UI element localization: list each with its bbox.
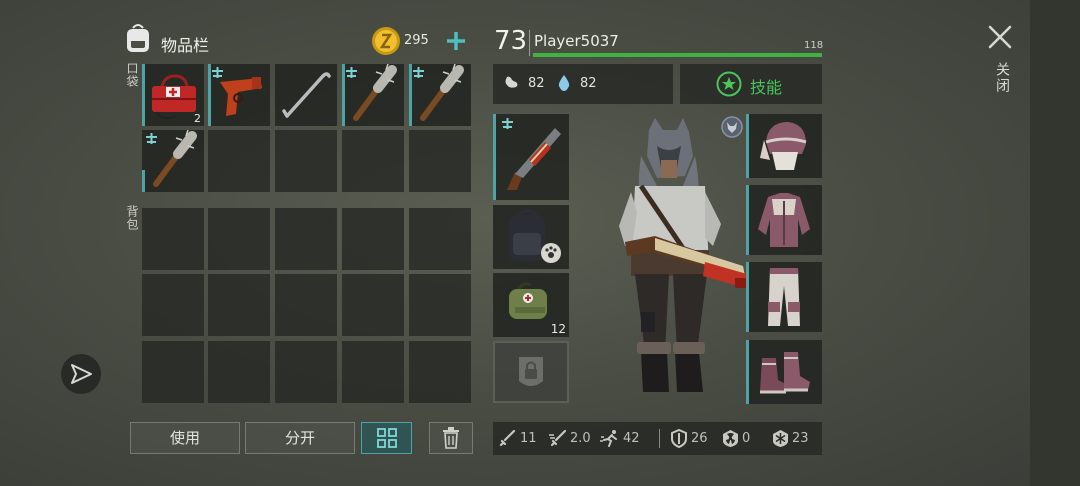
backpack-slot[interactable] xyxy=(409,274,471,336)
stats-divider xyxy=(659,429,660,448)
head-armor-slot[interactable] xyxy=(746,114,822,178)
backpack-label: 背包 xyxy=(125,205,139,231)
medkit-quantity: 12 xyxy=(550,322,566,336)
pockets-label: 口袋 xyxy=(125,62,139,88)
character-model xyxy=(619,118,747,392)
close-icon xyxy=(988,25,1012,49)
coin-count: 295 xyxy=(404,33,429,48)
first-aid-kit-quantity: 2 xyxy=(194,112,201,125)
wolf-badge-icon xyxy=(721,116,743,138)
trash-icon xyxy=(443,427,459,449)
pocket-slot-empty[interactable] xyxy=(208,130,270,192)
spiked-bat-icon xyxy=(353,64,397,121)
flare-gun-icon xyxy=(220,77,262,116)
use-button[interactable]: 使用 xyxy=(130,422,240,454)
backpack-slot[interactable] xyxy=(342,208,404,270)
damage-value: 11 xyxy=(520,431,537,446)
body-armor-slot[interactable] xyxy=(746,185,822,255)
crowbar-icon xyxy=(282,72,331,118)
coin-icon xyxy=(371,26,401,56)
radiation-value: 0 xyxy=(742,431,751,446)
armor-value: 26 xyxy=(691,431,708,446)
xp-value: 118 xyxy=(804,40,824,51)
backpack-slot[interactable] xyxy=(142,208,204,270)
pocket-slot-spiked-bat-3[interactable] xyxy=(142,130,204,192)
right-edge-shade xyxy=(1030,0,1080,486)
pocket-slot-crowbar[interactable] xyxy=(275,64,337,126)
medkit-slot[interactable]: 12 xyxy=(493,273,569,337)
backpack-slot[interactable] xyxy=(275,208,337,270)
pocket-slot-flare-gun[interactable] xyxy=(208,64,270,126)
xp-bar-fill xyxy=(533,53,822,57)
cold-resistance-icon xyxy=(771,429,790,448)
star-badge-icon xyxy=(716,71,742,97)
food-value: 82 xyxy=(528,76,545,91)
pocket-slot-spiked-bat[interactable] xyxy=(342,64,404,126)
skills-label: 技能 xyxy=(750,78,783,97)
close-label: 关闭 xyxy=(994,62,1010,94)
move-speed-value: 42 xyxy=(623,431,640,446)
pants-icon xyxy=(768,268,800,326)
backpack-slot[interactable] xyxy=(142,341,204,403)
sword-icon xyxy=(499,429,517,447)
send-button[interactable] xyxy=(61,354,101,394)
backpack-slot[interactable] xyxy=(275,341,337,403)
weapon-slot-shotgun[interactable] xyxy=(493,114,569,200)
locked-pocket-icon xyxy=(519,357,543,386)
radiation-icon xyxy=(721,429,740,448)
xp-bar xyxy=(533,53,822,57)
pocket-slot-empty[interactable] xyxy=(275,130,337,192)
pocket-slot-first-aid-kit[interactable]: 2 xyxy=(142,64,204,126)
player-name: Player5037 xyxy=(534,32,619,50)
add-coins-button[interactable] xyxy=(444,29,468,53)
boots-slot[interactable] xyxy=(746,340,822,404)
winter-hat-icon xyxy=(760,122,807,170)
locked-slot[interactable] xyxy=(493,341,569,403)
close-button[interactable]: 关闭 xyxy=(985,22,1015,102)
split-button[interactable]: 分开 xyxy=(245,422,355,454)
pocket-slot-empty[interactable] xyxy=(342,130,404,192)
spiked-bat-icon xyxy=(153,130,197,187)
grid-icon xyxy=(376,428,397,448)
skills-button[interactable]: 技能 xyxy=(680,64,822,104)
running-icon xyxy=(600,429,620,447)
spiked-bat-icon xyxy=(420,64,464,121)
backpack-slot[interactable] xyxy=(208,274,270,336)
sort-button[interactable] xyxy=(361,422,412,454)
boots-icon xyxy=(760,352,810,394)
water-icon xyxy=(556,74,572,92)
food-icon xyxy=(502,74,520,92)
cold-resistance-value: 23 xyxy=(792,431,809,446)
send-icon xyxy=(71,364,92,384)
backpack-slot[interactable] xyxy=(208,208,270,270)
player-level: 73 xyxy=(494,26,528,56)
attack-speed-icon xyxy=(548,429,568,447)
level-divider xyxy=(529,30,530,56)
backpack-slot[interactable] xyxy=(409,341,471,403)
backpack-slot[interactable] xyxy=(342,274,404,336)
leg-armor-slot[interactable] xyxy=(746,262,822,332)
backpack-icon xyxy=(123,22,153,54)
backpack-slot[interactable] xyxy=(142,274,204,336)
backpack-slot[interactable] xyxy=(409,208,471,270)
pocket-slot-empty[interactable] xyxy=(409,130,471,192)
shotgun-icon xyxy=(507,128,561,190)
backpack-slot[interactable] xyxy=(342,341,404,403)
pocket-slot-spiked-bat-2[interactable] xyxy=(409,64,471,126)
armor-shield-icon xyxy=(670,428,688,449)
backpack-equip-slot[interactable] xyxy=(493,205,569,269)
inventory-title: 物品栏 xyxy=(161,36,210,55)
water-value: 82 xyxy=(580,76,597,91)
tactical-backpack-icon xyxy=(509,209,561,263)
attack-speed-value: 2.0 xyxy=(570,431,591,446)
backpack-slot[interactable] xyxy=(208,341,270,403)
jacket-icon xyxy=(758,193,810,247)
backpack-slot[interactable] xyxy=(275,274,337,336)
delete-button[interactable] xyxy=(429,422,473,454)
